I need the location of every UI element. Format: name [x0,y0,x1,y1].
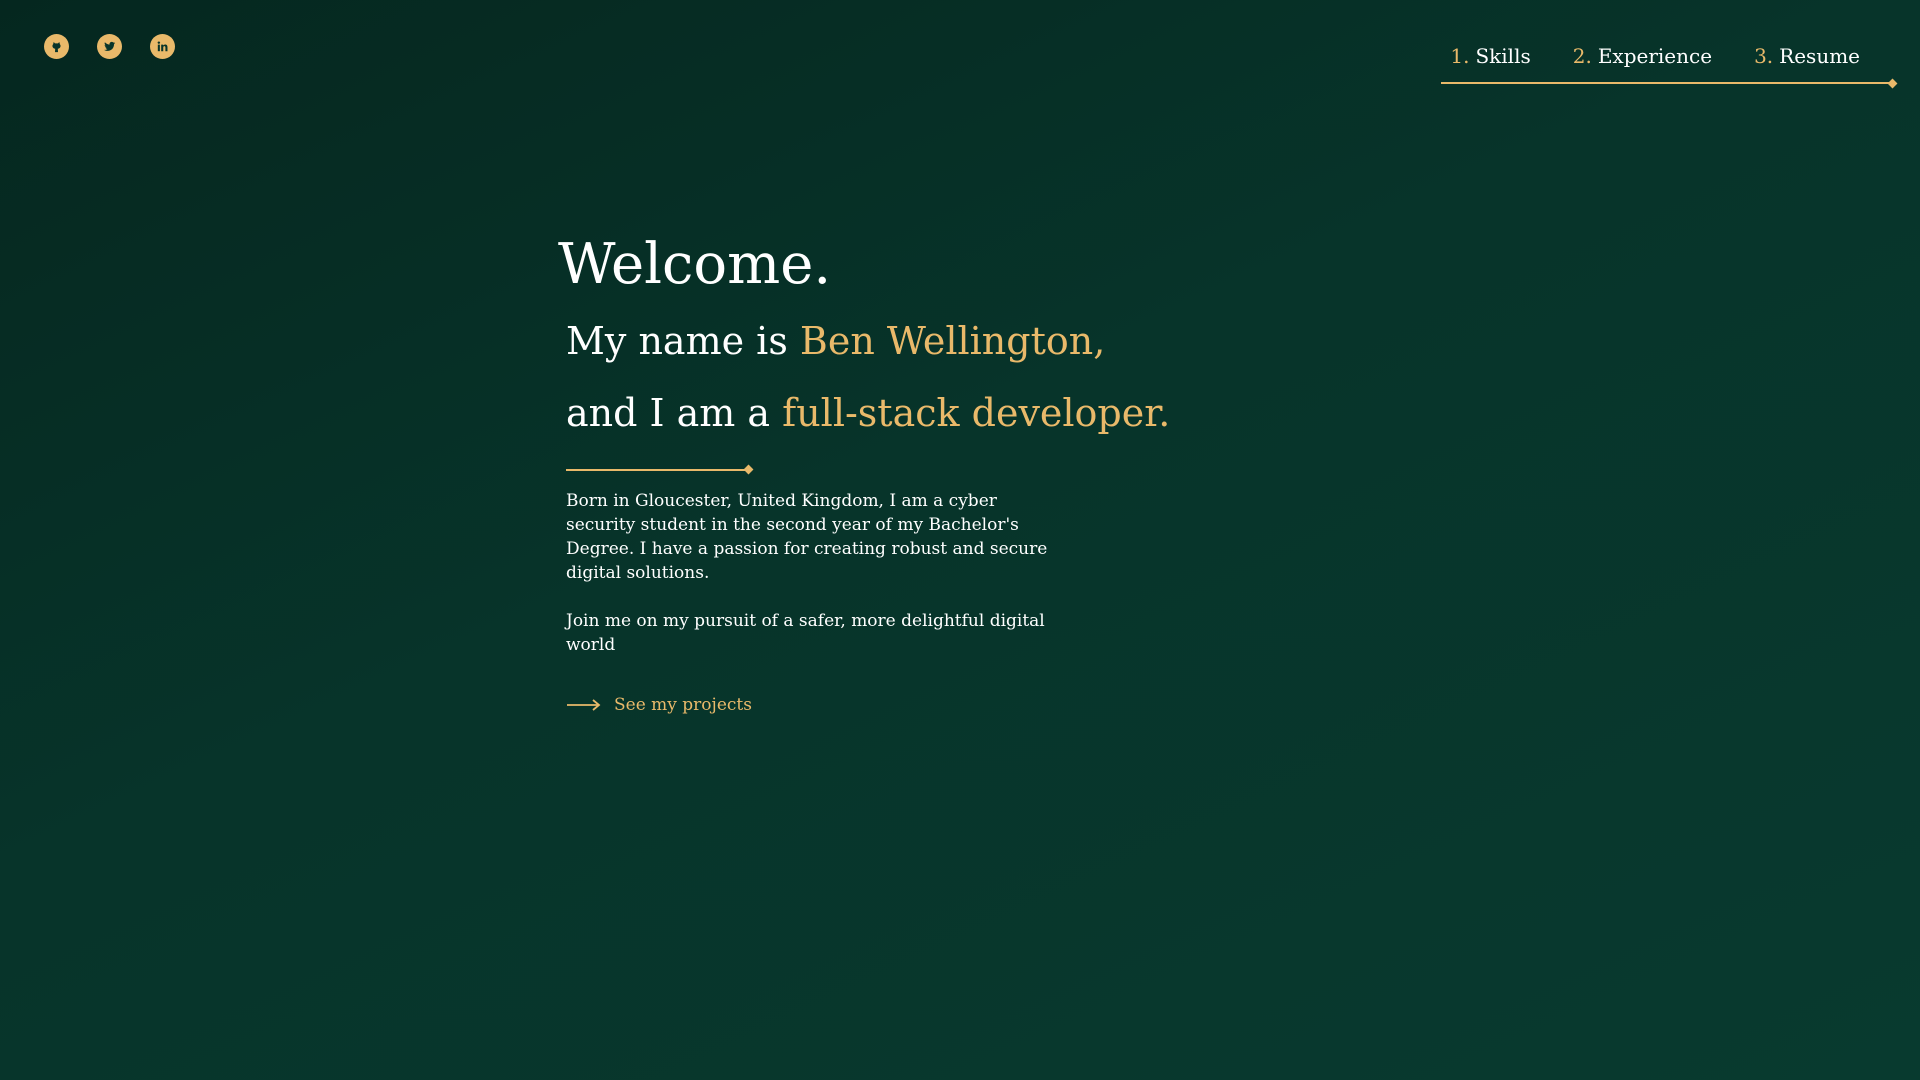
nav-item-experience[interactable]: 2. Experience [1573,44,1712,68]
name-highlight: Ben Wellington, [799,319,1106,363]
hero-divider [566,464,754,475]
hero-section: Welcome. My name is Ben Wellington, and … [558,225,1258,715]
name-line: My name is Ben Wellington, [566,305,1258,377]
linkedin-link[interactable] [150,34,175,59]
name-prefix: My name is [566,319,800,363]
role-highlight: full-stack developer. [782,391,1171,435]
bio-text: Born in Gloucester, United Kingdom, I am… [566,489,1066,657]
nav-item-number: 2. [1572,44,1592,68]
bio-paragraph: Join me on my pursuit of a safer, more d… [566,611,1045,655]
twitter-icon [102,39,117,54]
nav-item-resume[interactable]: 3. Resume [1754,44,1860,68]
top-nav: 1. Skills 2. Experience 3. Resume [1441,44,1898,89]
github-icon [49,39,64,54]
nav-item-label: Skills [1475,44,1531,68]
nav-item-label: Experience [1597,44,1713,68]
nav-item-skills[interactable]: 1. Skills [1450,44,1530,68]
github-link[interactable] [44,34,69,59]
twitter-link[interactable] [97,34,122,59]
social-links [44,34,175,59]
role-line: and I am a full-stack developer. [566,377,1258,449]
welcome-heading: Welcome. [558,232,832,297]
nav-underline [1441,82,1893,84]
role-prefix: and I am a [566,391,783,435]
nav-item-number: 1. [1450,44,1470,68]
nav-items: 1. Skills 2. Experience 3. Resume [1441,44,1896,68]
bio-paragraph: Born in Gloucester, United Kingdom, I am… [566,491,1048,583]
nav-item-label: Resume [1779,44,1860,68]
arrow-right-icon [566,698,602,712]
nav-item-number: 3. [1754,44,1774,68]
divider-diamond [743,464,754,475]
see-projects-label: See my projects [614,695,752,715]
nav-underline-diamond [1887,78,1898,89]
see-projects-link[interactable]: See my projects [566,695,1258,715]
linkedin-icon [155,39,170,54]
